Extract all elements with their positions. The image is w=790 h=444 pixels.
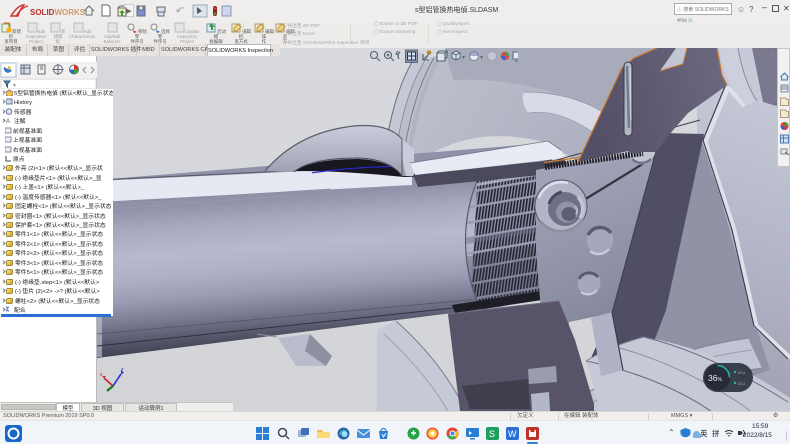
- svg-text:W: W: [508, 429, 517, 439]
- svg-text:6CU: 6CU: [738, 382, 745, 386]
- svg-text:6CU: 6CU: [738, 371, 745, 375]
- svg-text:▾: ▾: [480, 55, 483, 61]
- svg-text:A: A: [6, 119, 10, 124]
- svg-text:▾: ▾: [462, 55, 465, 61]
- svg-text:SOLIDWORKS: SOLIDWORKS: [30, 8, 86, 17]
- svg-text:S: S: [489, 429, 495, 439]
